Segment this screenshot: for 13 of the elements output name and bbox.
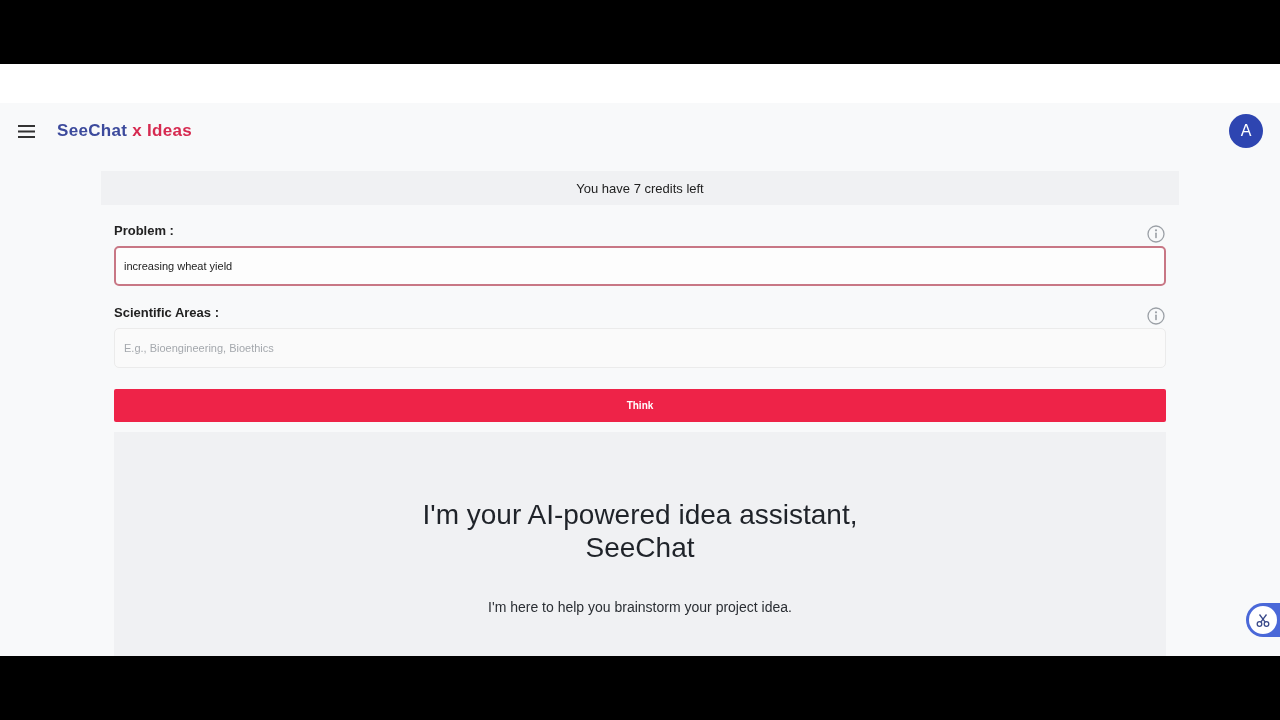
scissors-icon	[1249, 606, 1277, 634]
credits-banner: You have 7 credits left	[101, 171, 1179, 205]
text-field[interactable]: E.g., Bioengineering, Bioethics	[114, 328, 1166, 368]
welcome-heading: I'm your AI-powered idea assistant, SeeChat	[421, 498, 859, 564]
field-label: Scientific Areas :	[114, 305, 219, 322]
text-field[interactable]: increasing wheat yield	[114, 246, 1166, 286]
user-avatar[interactable]: A	[1229, 114, 1263, 148]
scissors-button[interactable]	[1246, 603, 1280, 637]
welcome-subtext: I'm here to help you brainstorm your project idea.	[488, 599, 792, 615]
app-logo[interactable]: SeeChat x Ideas	[57, 121, 192, 141]
think-button[interactable]: Think	[114, 389, 1166, 422]
menu-icon[interactable]	[18, 124, 35, 138]
field-label: Problem :	[114, 223, 174, 240]
